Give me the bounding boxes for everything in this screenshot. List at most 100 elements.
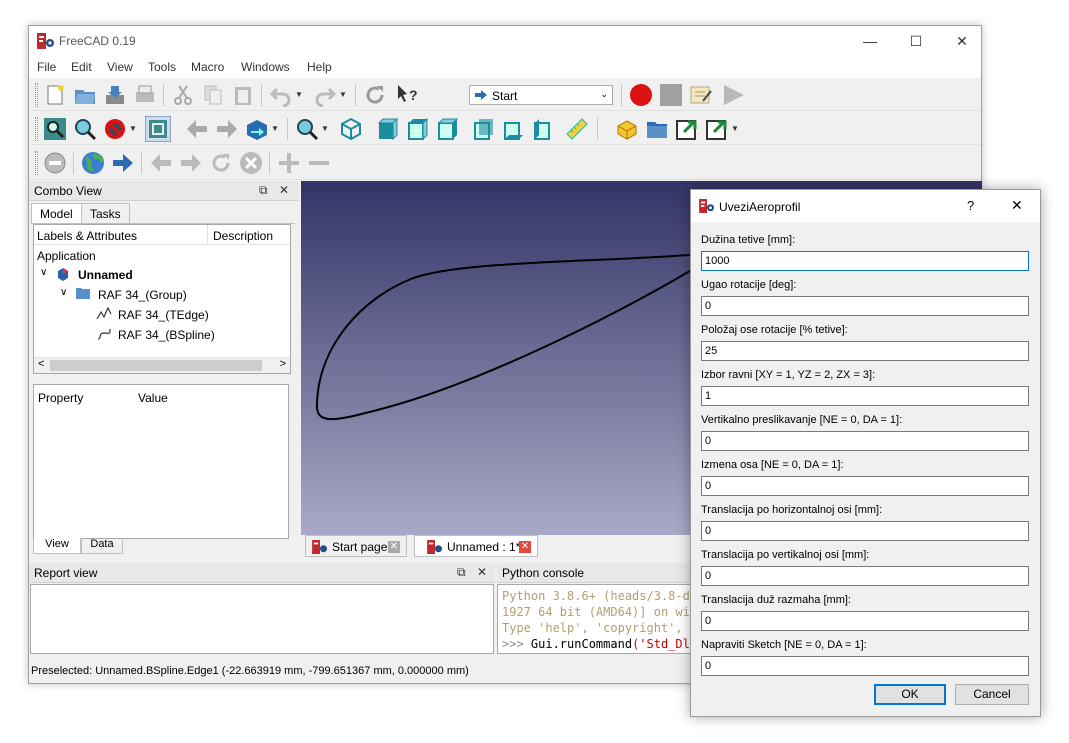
close-tab-icon[interactable]: ✕: [519, 541, 531, 553]
print-icon[interactable]: [133, 83, 157, 107]
create-sublink-icon[interactable]: [705, 117, 729, 141]
macro-run-icon[interactable]: [721, 83, 745, 107]
input-duzina-tetive[interactable]: 1000: [701, 251, 1029, 271]
input-polozaj-ose[interactable]: 25: [701, 341, 1029, 361]
open-url-icon[interactable]: [111, 151, 135, 175]
tab-data[interactable]: Data: [81, 538, 123, 554]
draw-style-icon[interactable]: [103, 117, 127, 141]
scroll-left-icon[interactable]: <: [38, 358, 44, 370]
copy-icon[interactable]: [201, 83, 225, 107]
close-tab-icon[interactable]: ✕: [388, 541, 400, 553]
toolbar-grip[interactable]: [35, 117, 38, 141]
horizontal-scrollbar[interactable]: < >: [34, 357, 290, 373]
redo-icon[interactable]: [313, 83, 337, 107]
menu-windows[interactable]: Windows: [241, 60, 290, 74]
dialog-close-button[interactable]: ✕: [1011, 197, 1023, 214]
tree-item-tedge[interactable]: RAF 34_(TEdge): [118, 308, 209, 322]
toolbar-grip[interactable]: [35, 83, 38, 107]
zoom-dropdown-icon[interactable]: ▼: [321, 124, 329, 133]
back-arrow-icon[interactable]: [185, 117, 209, 141]
web-refresh-icon[interactable]: [209, 151, 233, 175]
menu-view[interactable]: View: [107, 60, 133, 74]
minimize-button[interactable]: —: [847, 28, 893, 54]
input-vertikalno-preslikavanje[interactable]: 0: [701, 431, 1029, 451]
macro-record-icon[interactable]: [629, 83, 653, 107]
workbench-selector[interactable]: Start ⌄: [469, 85, 613, 105]
input-napraviti-sketch[interactable]: 0: [701, 656, 1029, 676]
measure-distance-icon[interactable]: [565, 117, 589, 141]
forward-arrow-icon[interactable]: [215, 117, 239, 141]
panel-close-icon[interactable]: ✕: [477, 565, 487, 579]
draw-style-dropdown-icon[interactable]: ▼: [129, 124, 137, 133]
expand-chevron-icon[interactable]: ∨: [60, 287, 67, 298]
input-translacija-horizontalna[interactable]: 0: [701, 521, 1029, 541]
tab-unnamed[interactable]: Unnamed : 1* ✕: [414, 535, 538, 557]
input-translacija-vertikalna[interactable]: 0: [701, 566, 1029, 586]
input-izbor-ravni[interactable]: 1: [701, 386, 1029, 406]
left-view-icon[interactable]: [531, 117, 555, 141]
paste-icon[interactable]: [231, 83, 255, 107]
tab-view[interactable]: View: [33, 538, 81, 554]
menu-help[interactable]: Help: [307, 60, 332, 74]
right-view-icon[interactable]: [435, 117, 459, 141]
menu-edit[interactable]: Edit: [71, 60, 92, 74]
close-button[interactable]: ✕: [939, 28, 985, 54]
bottom-view-icon[interactable]: [501, 117, 525, 141]
cut-icon[interactable]: [171, 83, 195, 107]
input-ugao-rotacije[interactable]: 0: [701, 296, 1029, 316]
scrollbar-thumb[interactable]: [50, 360, 262, 371]
std-views-icon[interactable]: [245, 117, 269, 141]
globe-icon[interactable]: [81, 151, 105, 175]
menu-tools[interactable]: Tools: [148, 60, 176, 74]
redo-dropdown-icon[interactable]: ▼: [339, 90, 347, 99]
new-file-icon[interactable]: [43, 83, 67, 107]
tree-item-group[interactable]: RAF 34_(Group): [98, 288, 187, 302]
fit-all-icon[interactable]: [43, 117, 67, 141]
report-view-content[interactable]: [30, 584, 494, 654]
open-file-icon[interactable]: [73, 83, 97, 107]
undock-icon[interactable]: ⧉: [457, 565, 466, 580]
toolbar-grip[interactable]: [35, 151, 38, 175]
macro-edit-icon[interactable]: [689, 83, 713, 107]
std-views-dropdown-icon[interactable]: ▼: [271, 124, 279, 133]
prop-header-value[interactable]: Value: [138, 391, 168, 405]
create-group-icon[interactable]: [645, 117, 669, 141]
tab-start-page[interactable]: Start page ✕: [305, 535, 407, 557]
zoom-out-icon[interactable]: [307, 151, 331, 175]
bounding-box-icon[interactable]: [145, 116, 171, 142]
fit-selection-icon[interactable]: [73, 117, 97, 141]
prop-header-property[interactable]: Property: [38, 391, 83, 405]
front-view-icon[interactable]: [375, 117, 399, 141]
tree-header-description[interactable]: Description: [213, 229, 273, 243]
web-stop-icon[interactable]: [43, 151, 67, 175]
undo-icon[interactable]: [269, 83, 293, 107]
tab-model[interactable]: Model: [31, 203, 82, 223]
maximize-button[interactable]: ☐: [893, 28, 939, 54]
create-part-icon[interactable]: [615, 117, 639, 141]
cancel-button[interactable]: Cancel: [955, 684, 1029, 705]
create-link-icon[interactable]: [675, 117, 699, 141]
undo-dropdown-icon[interactable]: ▼: [295, 90, 303, 99]
tree-item-unnamed[interactable]: Unnamed: [78, 268, 133, 282]
rear-view-icon[interactable]: [471, 117, 495, 141]
input-izmena-osa[interactable]: 0: [701, 476, 1029, 496]
macro-stop-icon[interactable]: [659, 83, 683, 107]
isometric-view-icon[interactable]: [339, 117, 363, 141]
scroll-right-icon[interactable]: >: [280, 358, 286, 370]
input-translacija-razmaha[interactable]: 0: [701, 611, 1029, 631]
web-stop-loading-icon[interactable]: [239, 151, 263, 175]
tree-header-labels[interactable]: Labels & Attributes: [37, 229, 137, 243]
tree-item-bspline[interactable]: RAF 34_(BSpline): [118, 328, 215, 342]
ok-button[interactable]: OK: [874, 684, 946, 705]
zoom-in-icon[interactable]: [277, 151, 301, 175]
undock-icon[interactable]: ⧉: [259, 183, 268, 198]
menu-macro[interactable]: Macro: [191, 60, 224, 74]
save-file-icon[interactable]: [103, 83, 127, 107]
panel-close-icon[interactable]: ✕: [279, 183, 289, 197]
zoom-icon[interactable]: [295, 117, 319, 141]
web-back-icon[interactable]: [149, 151, 173, 175]
help-button[interactable]: ?: [967, 198, 974, 213]
top-view-icon[interactable]: [405, 117, 429, 141]
menu-file[interactable]: File: [37, 60, 56, 74]
whats-this-icon[interactable]: ?: [395, 83, 419, 107]
